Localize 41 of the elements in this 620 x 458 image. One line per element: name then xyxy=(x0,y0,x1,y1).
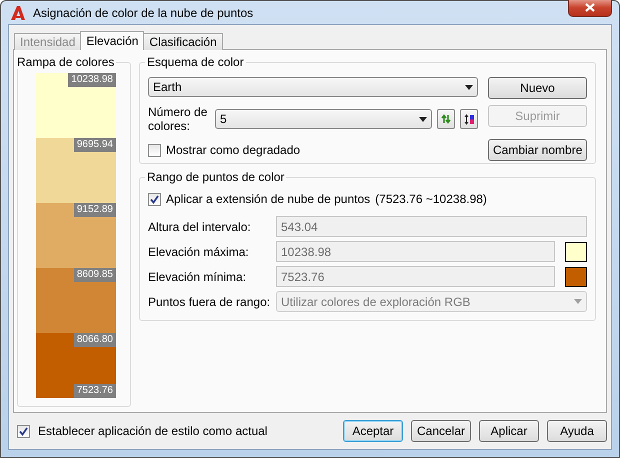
ramp-value-label: 7523.76 xyxy=(74,384,116,398)
group-title: Esquema de color xyxy=(146,55,245,69)
dialog-button[interactable]: Aplicar xyxy=(479,420,539,442)
dialog-button[interactable]: Ayuda xyxy=(547,420,607,442)
reverse-colors-button[interactable] xyxy=(437,109,455,129)
dropdown-arrow-icon xyxy=(465,84,473,90)
ramp-value-label: 8066.80 xyxy=(74,333,116,347)
edit-colors-button[interactable] xyxy=(460,109,478,129)
ramp-value-label: 8609.85 xyxy=(74,268,116,282)
checkbox-label: Mostrar como degradado xyxy=(166,143,300,157)
tab[interactable]: Clasificación xyxy=(143,33,223,50)
gradient-bar-icon xyxy=(464,114,474,124)
close-icon xyxy=(585,3,595,12)
tab[interactable]: Elevación xyxy=(80,31,144,50)
checkbox[interactable] xyxy=(148,192,161,206)
group-title: Rampa de colores xyxy=(16,55,116,69)
dropdown-arrow-icon xyxy=(574,299,582,304)
color-count-dropdown[interactable]: 5 xyxy=(215,109,432,129)
field-label: Elevación máxima: xyxy=(148,244,250,258)
field-label: Número de colores: xyxy=(148,105,208,133)
app-logo-icon xyxy=(10,4,26,20)
new-button[interactable]: Nuevo xyxy=(488,77,587,99)
up-down-arrows-icon xyxy=(441,114,451,124)
dropdown-arrow-icon xyxy=(419,116,427,122)
range-text: (7523.76 ~10238.98) xyxy=(375,192,487,206)
group-title: Rango de puntos de color xyxy=(146,170,286,184)
window-title: Asignación de color de la nube de puntos xyxy=(33,6,254,20)
field-label: Altura del intervalo: xyxy=(148,220,252,234)
dialog-button[interactable]: Aceptar xyxy=(343,420,403,442)
checkbox-label: Aplicar a extensión de nube de puntos xyxy=(166,192,370,206)
rename-button[interactable]: Cambiar nombre xyxy=(488,139,587,161)
close-button[interactable] xyxy=(568,0,612,17)
ramp-value-label: 9152.89 xyxy=(74,203,116,217)
checkbox[interactable] xyxy=(148,144,161,156)
dialog-button[interactable]: Cancelar xyxy=(411,420,471,442)
ramp-value-label: 10238.98 xyxy=(68,73,116,87)
ramp-value-label: 9695.94 xyxy=(74,138,116,152)
checkbox[interactable] xyxy=(17,424,30,438)
field-label: Elevación mínima: xyxy=(148,270,248,284)
scheme-dropdown[interactable]: Earth xyxy=(148,77,478,97)
checkbox-label: Establecer aplicación de estilo como actual xyxy=(38,424,268,438)
